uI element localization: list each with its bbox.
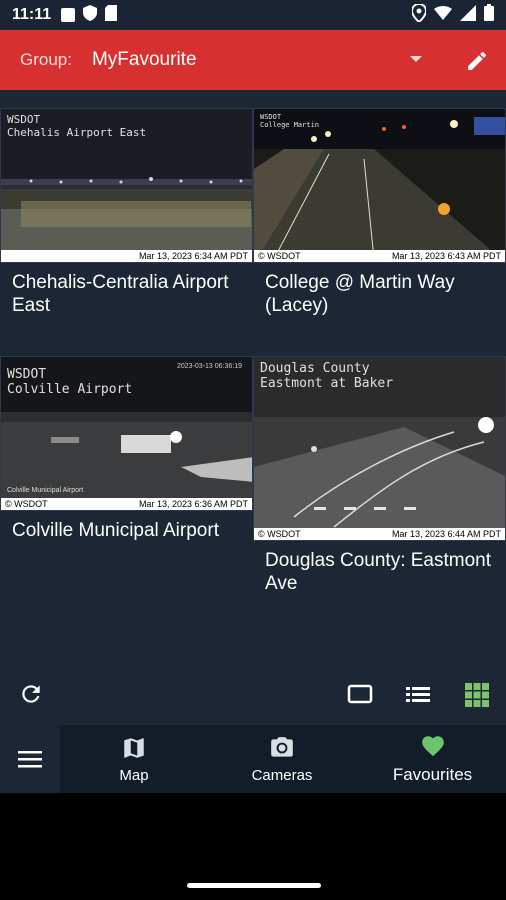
camera-image[interactable]: WSDOT Colville Airport 2023-03-13 06:36:1… (0, 356, 253, 511)
camera-timestamp: Mar 13, 2023 6:34 AM PDT (1, 250, 252, 262)
single-view-icon (347, 684, 373, 704)
wifi-icon (434, 5, 452, 25)
list-view-button[interactable] (405, 683, 431, 710)
grid-view-button[interactable] (463, 681, 491, 714)
camera-caption: WSDOT Colville Airport (7, 367, 133, 397)
camera-caption: WSDOT Chehalis Airport East (7, 113, 147, 139)
camera-image[interactable]: WSDOT Chehalis Airport East Mar 13, 2023 … (0, 108, 253, 263)
location-icon (410, 2, 428, 27)
status-bar: 11:11 (0, 0, 506, 30)
edit-group-button[interactable] (462, 46, 492, 76)
camera-timestamp: © WSDOT Mar 13, 2023 6:44 AM PDT (254, 528, 505, 540)
camera-card[interactable]: WSDOT College Martin © WSDOT Mar 13, 2023… (253, 108, 506, 317)
home-indicator[interactable] (187, 883, 321, 888)
camera-icon (271, 736, 293, 757)
camera-overlay-date: 2023-03-13 06:36:19 (177, 363, 242, 370)
nav-cameras[interactable]: Cameras (232, 725, 332, 793)
nav-favourites-label: Favourites (392, 765, 473, 784)
camera-title: Colville Municipal Airport (12, 520, 219, 541)
camera-card[interactable]: WSDOT Chehalis Airport East Mar 13, 2023 … (0, 108, 253, 317)
heart-icon (421, 736, 444, 757)
camera-caption: WSDOT College Martin (260, 113, 320, 129)
group-select[interactable]: MyFavourite (92, 49, 197, 71)
hamburger-icon (18, 751, 42, 768)
pencil-icon (468, 51, 487, 70)
camera-overlay-footer: Colville Municipal Airport (7, 487, 84, 494)
camera-title: Chehalis-Centralia Airport East (12, 272, 229, 316)
camera-timestamp: © WSDOT Mar 13, 2023 6:36 AM PDT (1, 498, 252, 510)
nav-favourites[interactable]: Favourites (380, 725, 485, 793)
sd-card-icon (105, 4, 118, 26)
refresh-icon (22, 685, 40, 703)
camera-caption: Douglas County Eastmont at Baker (260, 361, 394, 391)
grid-view-icon (465, 683, 489, 707)
status-time: 11:11 (12, 6, 52, 23)
single-view-button[interactable] (347, 683, 373, 710)
nav-cameras-label: Cameras (251, 766, 313, 784)
group-label: Group: (20, 50, 72, 69)
nav-map[interactable]: Map (84, 725, 184, 793)
nav-map-label: Map (119, 766, 149, 784)
camera-image[interactable]: Douglas County Eastmont at Baker © WSDOT … (253, 356, 506, 541)
app-toolbar: Group: MyFavourite (0, 30, 506, 90)
menu-button[interactable] (0, 725, 60, 793)
notification-icon (61, 8, 76, 22)
shield-icon (83, 4, 98, 26)
refresh-button[interactable] (18, 681, 44, 712)
camera-timestamp: © WSDOT Mar 13, 2023 6:43 AM PDT (254, 250, 505, 262)
bottom-navigation: Map Cameras Favourites (0, 725, 506, 793)
dropdown-arrow-icon[interactable] (410, 56, 422, 62)
signal-icon (460, 4, 476, 26)
camera-grid-area: WSDOT Chehalis Airport East Mar 13, 2023 … (0, 90, 506, 725)
camera-card[interactable]: Douglas County Eastmont at Baker © WSDOT … (253, 356, 506, 595)
view-mode-bar (0, 675, 506, 715)
camera-image[interactable]: WSDOT College Martin © WSDOT Mar 13, 2023… (253, 108, 506, 263)
camera-title: College @ Martin Way (Lacey) (265, 272, 455, 316)
camera-card[interactable]: WSDOT Colville Airport 2023-03-13 06:36:1… (0, 356, 253, 542)
battery-icon (484, 4, 494, 26)
list-view-icon (406, 687, 430, 702)
map-icon (124, 737, 144, 758)
camera-title: Douglas County: Eastmont Ave (265, 550, 492, 594)
